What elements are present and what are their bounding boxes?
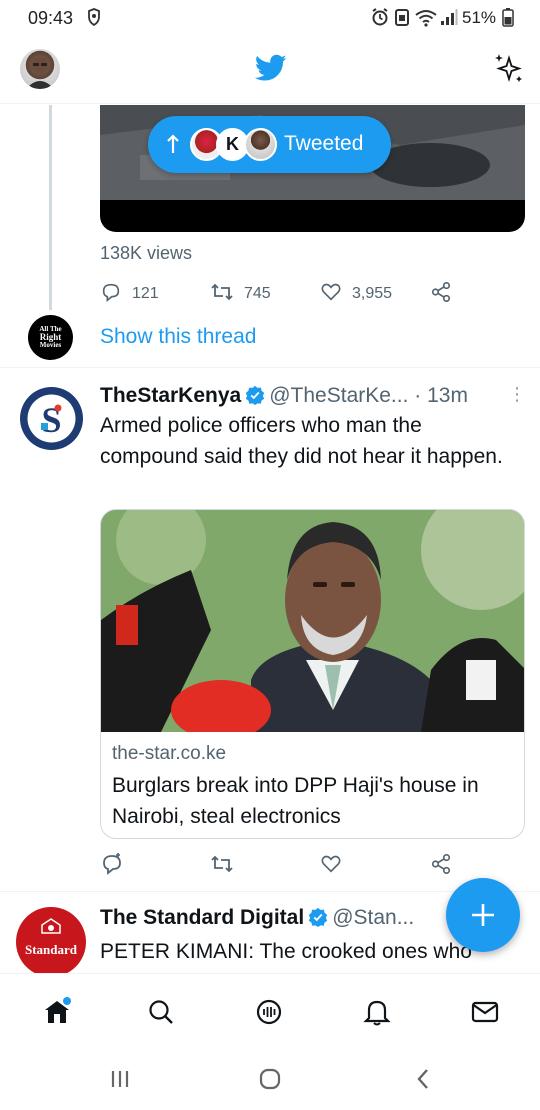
- home-icon: [41, 996, 73, 1033]
- system-nav-bar: [0, 1051, 540, 1110]
- heart-icon: [320, 853, 342, 880]
- show-thread-link[interactable]: Show this thread: [100, 325, 256, 349]
- twitter-bird-icon[interactable]: [254, 54, 287, 87]
- tab-messages[interactable]: [465, 994, 505, 1034]
- avatar-text-line-3: Movies: [39, 341, 62, 349]
- share-button[interactable]: [430, 852, 452, 880]
- thread-connector-line: [49, 105, 52, 310]
- mail-icon: [470, 999, 500, 1030]
- tweet-author-handle[interactable]: @Stan...: [332, 906, 414, 929]
- search-icon: [147, 998, 175, 1031]
- reply-icon: [100, 852, 124, 881]
- tweet-timestamp[interactable]: · 13m: [414, 384, 468, 407]
- bell-icon: [363, 997, 391, 1032]
- signal-icon: [440, 7, 458, 32]
- heart-icon: [320, 281, 342, 308]
- tab-spaces[interactable]: [249, 994, 289, 1034]
- tweet-actions: [100, 852, 460, 880]
- tab-search[interactable]: [141, 994, 181, 1034]
- status-bar: 09:43 51%: [0, 0, 540, 36]
- allrightmovies-avatar[interactable]: All The Right Movies: [28, 315, 73, 360]
- share-icon: [430, 853, 452, 880]
- reply-icon: [100, 281, 122, 308]
- recent-apps-button[interactable]: [100, 1065, 140, 1097]
- retweet-button[interactable]: 745: [210, 280, 271, 308]
- spaces-icon: [254, 997, 284, 1032]
- reply-button[interactable]: [100, 852, 124, 880]
- sparkle-icon[interactable]: [493, 52, 525, 89]
- more-options-icon[interactable]: ⋮: [508, 384, 526, 405]
- battery-icon: [502, 7, 514, 32]
- link-card-image: [101, 510, 524, 732]
- retweet-count: 745: [244, 285, 271, 302]
- recents-icon: [108, 1068, 132, 1095]
- like-count: 3,955: [352, 285, 393, 302]
- bottom-tab-bar: [0, 973, 540, 1051]
- tweet-actions: 121 745 3,955: [100, 280, 460, 308]
- verified-badge-icon: [245, 385, 265, 411]
- tweet-header: TheStarKenya @TheStarKe... · 13m: [100, 384, 468, 411]
- tweet-author-name[interactable]: TheStarKenya: [100, 384, 241, 407]
- pill-avatar-3: [244, 128, 277, 161]
- link-card-headline: Burglars break into DPP Haji's house in …: [112, 774, 479, 828]
- thestarkenya-avatar[interactable]: S: [20, 387, 83, 450]
- like-button[interactable]: [320, 852, 342, 880]
- wifi-icon: [414, 7, 438, 32]
- screenshot-icon: [394, 7, 410, 32]
- link-card-domain: the-star.co.ke: [112, 743, 227, 764]
- compose-tweet-button[interactable]: [446, 878, 520, 952]
- home-circle-icon: [258, 1067, 282, 1096]
- standard-avatar-label: Standard: [24, 942, 78, 957]
- reply-count: 121: [132, 285, 159, 302]
- notification-icon: [86, 7, 102, 32]
- like-button[interactable]: 3,955: [320, 280, 392, 308]
- tweet-author-name[interactable]: The Standard Digital: [100, 906, 304, 929]
- retweet-icon: [210, 853, 234, 880]
- view-count: 138K views: [100, 243, 193, 263]
- tweet-text: Armed police officers who man the compou…: [100, 414, 503, 468]
- plus-icon: [469, 901, 497, 934]
- tweet-author-handle[interactable]: @TheStarKe...: [269, 384, 408, 407]
- tweet-divider: [0, 367, 540, 368]
- new-tweets-pill[interactable]: K Tweeted: [148, 116, 391, 173]
- status-time: 09:43: [28, 8, 74, 28]
- tab-home[interactable]: [37, 994, 77, 1034]
- new-tweets-label: Tweeted: [284, 132, 364, 155]
- battery-percent: 51%: [462, 8, 497, 27]
- back-chevron-icon: [414, 1067, 432, 1096]
- arrow-up-icon: [166, 133, 180, 160]
- share-icon: [430, 281, 452, 308]
- alarm-icon: [370, 7, 390, 32]
- verified-badge-icon: [308, 907, 328, 933]
- retweet-button[interactable]: [210, 852, 234, 880]
- reply-button[interactable]: 121: [100, 280, 159, 308]
- tab-notifications[interactable]: [357, 994, 397, 1034]
- retweet-icon: [210, 281, 234, 308]
- link-card[interactable]: the-star.co.ke Burglars break into DPP H…: [100, 509, 525, 839]
- tweet-header: The Standard Digital @Stan...: [100, 906, 414, 933]
- share-button[interactable]: [430, 280, 452, 308]
- home-nav-button[interactable]: [250, 1065, 290, 1097]
- avatar-text-line-2: Right: [39, 332, 62, 342]
- app-header: [0, 36, 540, 104]
- standard-digital-avatar[interactable]: Standard: [16, 907, 86, 977]
- back-nav-button[interactable]: [403, 1065, 443, 1097]
- profile-avatar[interactable]: [20, 49, 60, 89]
